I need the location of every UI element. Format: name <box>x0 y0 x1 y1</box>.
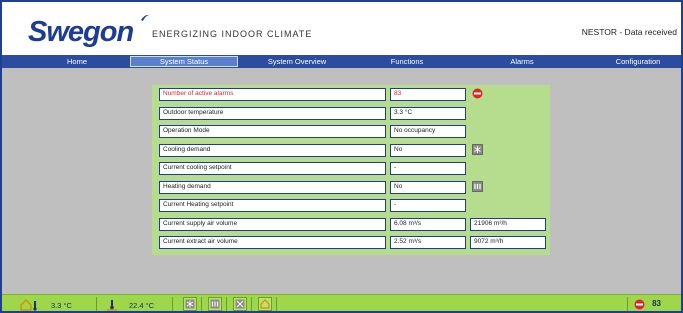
tab-functions[interactable]: Functions <box>372 56 442 67</box>
heating-icon <box>472 180 483 192</box>
indoor-temp-value: 22.4 °C <box>129 300 155 310</box>
row-value: 3.3 °C <box>390 106 466 120</box>
divider <box>627 297 628 311</box>
home-button[interactable] <box>258 297 272 311</box>
outdoor-temp-value: 3.3 °C <box>51 300 72 310</box>
main-nav: Home System Status System Overview Funct… <box>2 55 681 68</box>
app-window: Swegon ENERGIZING INDOOR CLIMATE NESTOR … <box>0 0 683 313</box>
divider <box>276 297 277 311</box>
row-value: No occupancy <box>390 125 466 138</box>
divider <box>172 297 173 311</box>
divider <box>201 297 202 311</box>
system-status-panel: Number of active alarms 83 Outdoor tempe… <box>152 85 550 255</box>
tagline: ENERGIZING INDOOR CLIMATE <box>152 29 313 39</box>
alarm-stop-icon[interactable] <box>634 299 645 310</box>
thermometer-indoor-icon <box>107 300 117 311</box>
row-value: No <box>390 143 466 157</box>
divider <box>96 297 97 311</box>
row-value: No <box>390 180 466 194</box>
heating-button[interactable] <box>208 297 222 311</box>
row-value-secondary: 9072 m³/h <box>470 236 546 249</box>
fan-icon <box>235 299 245 309</box>
tab-home[interactable]: Home <box>42 56 112 67</box>
row-label: Operation Mode <box>159 125 386 138</box>
divider <box>251 297 252 311</box>
heating-icon <box>210 299 220 309</box>
row-value: - <box>390 199 466 212</box>
row-value: 2.52 m³/s <box>390 236 466 249</box>
home-icon <box>260 299 270 309</box>
row-label: Current supply air volume <box>159 217 386 231</box>
tab-system-status[interactable]: System Status <box>130 56 238 67</box>
divider <box>226 297 227 311</box>
tab-system-overview[interactable]: System Overview <box>252 56 342 67</box>
row-value: - <box>390 162 466 175</box>
indoor-temp-indicator: 22.4 °C <box>105 298 155 311</box>
row-value-secondary: 21906 m³/h <box>470 217 546 231</box>
cooling-icon <box>185 299 195 309</box>
row-label: Heating demand <box>159 180 386 194</box>
cooling-icon <box>472 143 483 155</box>
tab-configuration[interactable]: Configuration <box>598 56 678 67</box>
row-value: 83 <box>390 88 466 101</box>
row-label: Current Heating setpoint <box>159 199 386 212</box>
alarm-count[interactable]: 83 <box>652 299 661 308</box>
house-outdoor-icon <box>20 299 37 311</box>
row-label: Current cooling setpoint <box>159 162 386 175</box>
row-label: Cooling demand <box>159 143 386 157</box>
row-value: 6.08 m³/s <box>390 217 466 231</box>
tab-alarms[interactable]: Alarms <box>492 56 552 67</box>
connection-status: NESTOR - Data received <box>581 27 677 37</box>
cooling-button[interactable] <box>183 297 197 311</box>
alarm-stop-icon[interactable] <box>472 88 483 99</box>
header: Swegon ENERGIZING INDOOR CLIMATE NESTOR … <box>2 2 681 55</box>
swegon-logo: Swegon <box>28 16 134 48</box>
outdoor-temp-indicator: 3.3 °C <box>20 298 72 311</box>
row-label: Current extract air volume <box>159 236 386 249</box>
status-bar: 3.3 °C 22.4 °C 83 <box>2 294 681 311</box>
logo-swoosh-icon <box>141 14 149 21</box>
row-label: Number of active alarms <box>159 88 386 101</box>
row-label: Outdoor temperature <box>159 106 386 120</box>
main-content: Number of active alarms 83 Outdoor tempe… <box>2 68 681 294</box>
fan-button[interactable] <box>233 297 247 311</box>
